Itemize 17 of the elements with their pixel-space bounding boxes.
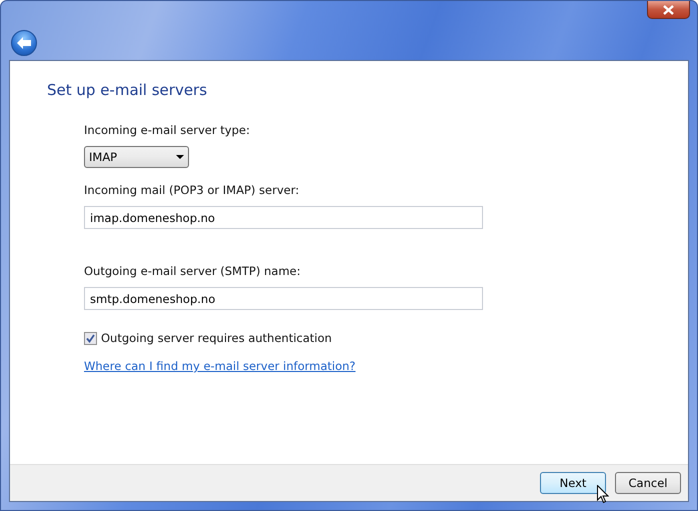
back-arrow-icon [16, 36, 32, 50]
page-heading: Set up e-mail servers [47, 81, 208, 99]
field-label: Incoming mail (POP3 or IMAP) server: [84, 183, 300, 197]
back-button[interactable] [11, 30, 37, 56]
close-button[interactable] [647, 1, 690, 19]
text-field[interactable]: smtp.domeneshop.no [84, 287, 483, 310]
checkbox[interactable] [84, 332, 97, 344]
server-type-dropdown[interactable]: IMAP [84, 146, 189, 168]
field-label: Incoming e-mail server type: [84, 123, 251, 137]
cancel-button[interactable]: Cancel [615, 472, 681, 494]
next-button[interactable]: Next [540, 472, 606, 494]
text-field[interactable]: imap.domeneshop.no [84, 206, 483, 229]
checkbox-label: Outgoing server requires authentication [101, 331, 332, 345]
caret-icon [176, 155, 184, 159]
close-icon [663, 4, 674, 14]
help-link[interactable]: Where can I find my e-mail server information? [84, 359, 356, 373]
field-label: Outgoing e-mail server (SMTP) name: [84, 264, 302, 278]
